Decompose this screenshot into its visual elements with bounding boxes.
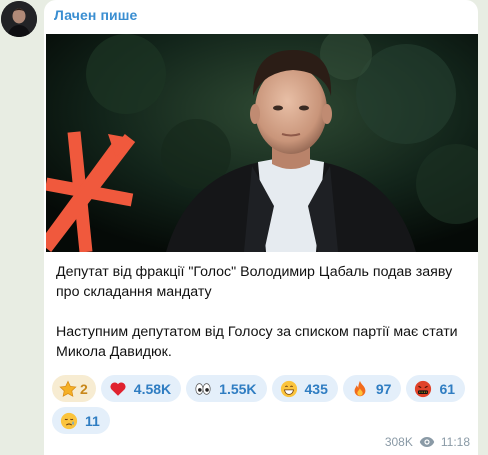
fire-icon xyxy=(350,379,370,399)
channel-avatar[interactable] xyxy=(1,1,37,37)
view-count: 308K xyxy=(384,435,413,449)
reaction-cursing-face[interactable]: 61 xyxy=(406,375,466,402)
reaction-star[interactable]: 2 xyxy=(52,375,96,402)
reactions-bar: 2 4.58K 1.55K 435 97 61 11 xyxy=(52,375,472,434)
reaction-count: 97 xyxy=(375,380,392,397)
eyes-icon xyxy=(193,379,213,399)
channel-name[interactable]: Лачен пише xyxy=(54,7,137,23)
reaction-count: 61 xyxy=(439,380,456,397)
reaction-count: 11 xyxy=(85,412,100,429)
reaction-fire[interactable]: 97 xyxy=(342,375,402,402)
crying-face-icon xyxy=(59,411,79,431)
reaction-eyes[interactable]: 1.55K xyxy=(186,375,267,402)
post-paragraph: Депутат від фракції "Голос" Володимир Ца… xyxy=(56,264,453,300)
reaction-count: 2 xyxy=(80,380,88,397)
reaction-count: 1.55K xyxy=(219,380,257,397)
post-paragraph: Наступним депутатом від Голосу за списко… xyxy=(56,324,458,360)
post-time: 11:18 xyxy=(440,435,470,449)
message-bubble: Лачен пише Депутат від фракції "Голос" В… xyxy=(44,0,478,455)
telegram-channel-view: Лачен пише Депутат від фракції "Голос" В… xyxy=(0,0,488,455)
reaction-count: 4.58K xyxy=(133,380,172,397)
cursing-face-icon xyxy=(413,379,433,399)
grin-icon xyxy=(279,379,299,399)
star-icon xyxy=(58,379,78,399)
heart-icon xyxy=(108,379,128,399)
reaction-grin[interactable]: 435 xyxy=(271,375,338,402)
reaction-crying-face[interactable]: 11 xyxy=(52,407,110,434)
reaction-heart[interactable]: 4.58K xyxy=(100,375,182,402)
eye-icon xyxy=(419,436,435,448)
post-photo[interactable] xyxy=(46,34,478,252)
reaction-count: 435 xyxy=(304,380,328,397)
post-text: Депутат від фракції "Голос" Володимир Ца… xyxy=(56,262,472,362)
message-meta: 308K 11:18 xyxy=(385,435,470,449)
